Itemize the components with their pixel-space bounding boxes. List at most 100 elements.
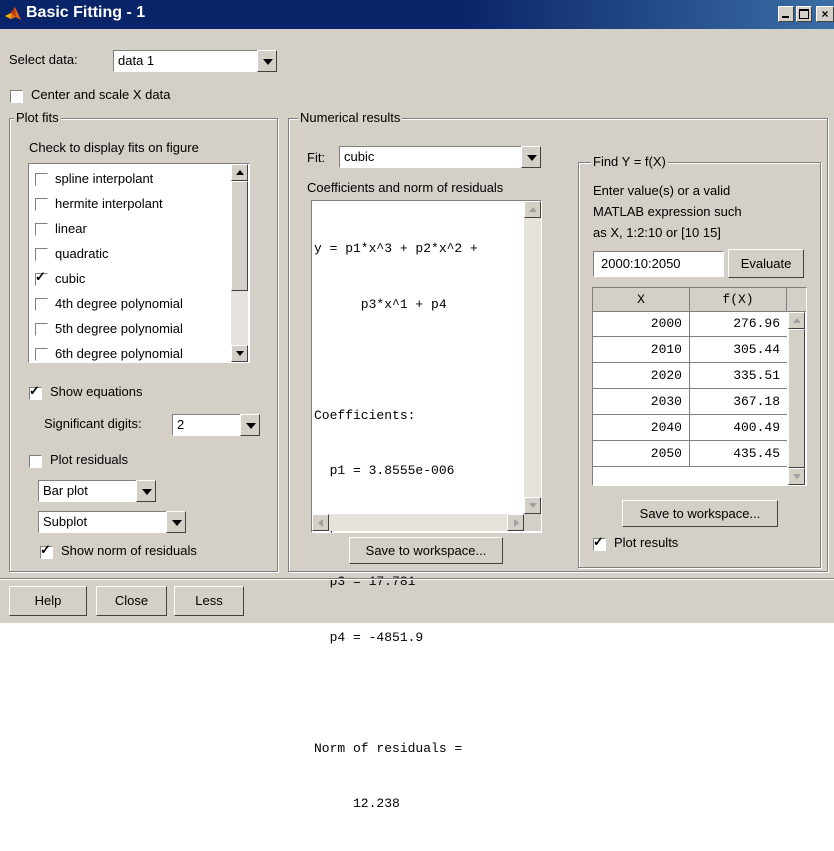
minimize-button[interactable] bbox=[778, 6, 794, 22]
significant-digits-dropdown[interactable]: 2 bbox=[172, 414, 260, 436]
fit-arrow[interactable] bbox=[521, 146, 541, 168]
select-data-label: Select data: bbox=[9, 52, 78, 67]
table-row[interactable]: 2000 276.96 bbox=[593, 312, 787, 337]
table-row[interactable]: 2050 435.45 bbox=[593, 441, 787, 467]
coefficients-heading: Coefficients and norm of residuals bbox=[307, 180, 504, 195]
show-norm-label: Show norm of residuals bbox=[61, 543, 197, 558]
column-header-fx[interactable]: f(X) bbox=[690, 288, 787, 312]
coefficients-vscrollbar[interactable] bbox=[524, 201, 541, 514]
coefficients-textbox[interactable]: y = p1*x^3 + p2*x^2 + p3*x^1 + p4 Coeffi… bbox=[311, 200, 542, 811]
column-header-x[interactable]: X bbox=[593, 288, 690, 312]
significant-digits-arrow[interactable] bbox=[240, 414, 260, 436]
residual-plot-type-value: Bar plot bbox=[38, 480, 136, 502]
evaluate-button[interactable]: Evaluate bbox=[728, 249, 804, 278]
fit-checkbox[interactable] bbox=[35, 223, 48, 236]
plot-residuals-checkbox[interactable] bbox=[29, 455, 42, 468]
x-values-input[interactable]: 2000:10:2050 bbox=[593, 251, 724, 277]
header-corner bbox=[787, 288, 806, 312]
chevron-down-icon bbox=[142, 489, 152, 495]
fit-checkbox[interactable]: ✓ bbox=[35, 269, 48, 286]
table-row[interactable]: 2020 335.51 bbox=[593, 363, 787, 389]
table-row[interactable]: 2040 400.49 bbox=[593, 415, 787, 441]
coefficients-hscrollbar[interactable] bbox=[312, 514, 524, 531]
scroll-up-button[interactable] bbox=[788, 312, 805, 329]
results-table: X f(X) 2000 276.96 2010 305.44 2020 335.… bbox=[592, 287, 807, 486]
scroll-thumb[interactable] bbox=[231, 181, 248, 291]
fits-listbox: spline interpolant hermite interpolant l… bbox=[28, 163, 250, 363]
fit-dropdown[interactable]: cubic bbox=[339, 146, 541, 168]
table-row[interactable]: 2030 367.18 bbox=[593, 389, 787, 415]
show-norm-checkbox[interactable]: ✓ bbox=[40, 542, 53, 559]
checkmark-icon: ✓ bbox=[29, 383, 40, 398]
matlab-logo-icon bbox=[5, 7, 21, 20]
maximize-button[interactable] bbox=[796, 6, 812, 22]
show-equations-label: Show equations bbox=[50, 384, 143, 399]
checkmark-icon: ✓ bbox=[593, 534, 604, 549]
center-scale-label: Center and scale X data bbox=[31, 87, 171, 102]
scroll-up-button[interactable] bbox=[231, 164, 248, 181]
arrow-down-icon bbox=[529, 503, 537, 508]
chevron-down-icon bbox=[172, 520, 182, 526]
scroll-thumb[interactable] bbox=[788, 329, 805, 468]
find-y-title: Find Y = f(X) bbox=[591, 154, 668, 169]
chevron-down-icon bbox=[263, 59, 273, 65]
close-window-button[interactable]: × bbox=[816, 6, 834, 22]
less-button[interactable]: Less bbox=[174, 586, 244, 616]
select-data-value: data 1 bbox=[113, 50, 257, 72]
fit-value: cubic bbox=[339, 146, 521, 168]
scroll-corner bbox=[524, 514, 541, 531]
chevron-down-icon bbox=[246, 423, 256, 429]
arrow-up-icon bbox=[236, 170, 244, 175]
plot-fits-title: Plot fits bbox=[14, 110, 61, 125]
fits-scrollbar[interactable] bbox=[231, 164, 248, 362]
numerical-results-title: Numerical results bbox=[298, 110, 403, 125]
residual-location-value: Subplot bbox=[38, 511, 166, 533]
fit-checkbox[interactable] bbox=[35, 323, 48, 336]
help-button[interactable]: Help bbox=[9, 586, 87, 616]
save-coefficients-button[interactable]: Save to workspace... bbox=[349, 537, 503, 564]
find-y-instruction: Enter value(s) or a valid MATLAB express… bbox=[593, 183, 742, 240]
arrow-left-icon bbox=[318, 519, 323, 527]
basic-fitting-window: Basic Fitting - 1 × Select data: data 1 … bbox=[0, 0, 834, 811]
scroll-down-button[interactable] bbox=[231, 345, 248, 362]
save-results-button[interactable]: Save to workspace... bbox=[622, 500, 778, 527]
plot-results-checkbox[interactable]: ✓ bbox=[593, 534, 606, 551]
select-data-arrow[interactable] bbox=[257, 50, 277, 72]
residual-plot-type-arrow[interactable] bbox=[136, 480, 156, 502]
scroll-up-button[interactable] bbox=[524, 201, 541, 218]
fit-label: Fit: bbox=[307, 150, 326, 165]
fit-checkbox[interactable] bbox=[35, 198, 48, 211]
residual-plot-type-dropdown[interactable]: Bar plot bbox=[38, 480, 156, 502]
arrow-up-icon bbox=[529, 207, 537, 212]
scroll-down-button[interactable] bbox=[524, 497, 541, 514]
fit-checkbox[interactable] bbox=[35, 298, 48, 311]
checkmark-icon: ✓ bbox=[35, 269, 46, 284]
scroll-down-button[interactable] bbox=[788, 468, 805, 485]
plot-results-label: Plot results bbox=[614, 535, 679, 550]
scroll-left-button[interactable] bbox=[312, 514, 329, 531]
close-button[interactable]: Close bbox=[96, 586, 167, 616]
table-body: 2000 276.96 2010 305.44 2020 335.51 2030… bbox=[593, 312, 787, 467]
window-title: Basic Fitting - 1 bbox=[26, 4, 146, 21]
show-equations-checkbox[interactable]: ✓ bbox=[29, 383, 42, 400]
scroll-right-button[interactable] bbox=[507, 514, 524, 531]
checkmark-icon: ✓ bbox=[40, 542, 51, 557]
fit-checkbox[interactable] bbox=[35, 348, 48, 361]
arrow-down-icon bbox=[793, 474, 801, 479]
close-icon: × bbox=[821, 7, 829, 21]
divider bbox=[0, 579, 834, 580]
fits-instruction: Check to display fits on figure bbox=[29, 140, 199, 155]
fit-checkbox[interactable] bbox=[35, 248, 48, 261]
fit-checkbox[interactable] bbox=[35, 173, 48, 186]
results-scrollbar[interactable] bbox=[788, 312, 805, 485]
arrow-down-icon bbox=[236, 351, 244, 356]
table-row[interactable]: 2010 305.44 bbox=[593, 337, 787, 363]
significant-digits-label: Significant digits: bbox=[44, 416, 142, 431]
arrow-up-icon bbox=[793, 318, 801, 323]
center-scale-checkbox[interactable] bbox=[10, 90, 23, 103]
residual-location-arrow[interactable] bbox=[166, 511, 186, 533]
residual-location-dropdown[interactable]: Subplot bbox=[38, 511, 186, 533]
plot-residuals-label: Plot residuals bbox=[50, 452, 129, 467]
select-data-dropdown[interactable]: data 1 bbox=[113, 50, 277, 72]
title-bar: Basic Fitting - 1 × bbox=[0, 0, 834, 29]
